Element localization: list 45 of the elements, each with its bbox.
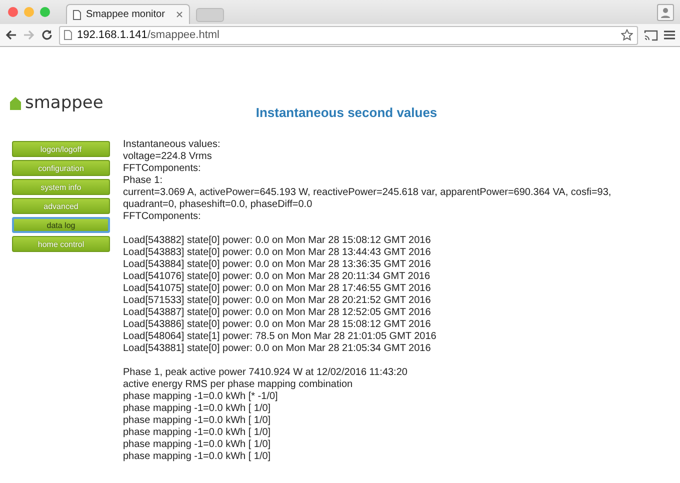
person-icon[interactable] [657,4,674,21]
log-line: voltage=224.8 Vrms [123,151,213,163]
log-line: Load[541075] state[0] power: 0.0 on Mon Mar 28 17:46:55 GMT 2016 [123,283,432,295]
log-line: Load[543883] state[0] power: 0.0 on Mon Mar 28 13:44:43 GMT 2016 [123,247,432,259]
log-line: Load[541076] state[0] power: 0.0 on Mon Mar 28 20:11:34 GMT 2016 [123,271,432,283]
log-line: Load[543886] state[0] power: 0.0 on Mon Mar 28 15:08:12 GMT 2016 [123,319,432,331]
menu-button[interactable]: home control [12,236,110,252]
address-bar[interactable]: 192.168.1.141/smappee.html [59,26,638,44]
log-line: phase mapping -1=0.0 kWh [ 1/0] [123,403,272,415]
back-arrow-icon[interactable] [5,29,17,41]
log-line: Load[543887] state[0] power: 0.0 on Mon Mar 28 12:52:05 GMT 2016 [123,307,432,319]
menu-button[interactable]: data log [12,217,110,233]
log-line: active energy RMS per phase mapping combination [123,379,354,391]
log-line: FFTComponents: [123,163,202,175]
log-line: phase mapping -1=0.0 kWh [* -1/0] [123,391,279,403]
reload-icon[interactable] [41,29,53,41]
menu-button[interactable]: advanced [12,198,110,214]
log-line: phase mapping -1=0.0 kWh [ 1/0] [123,427,272,439]
log-line: current=3.069 A, activePower=645.193 W, reactivePower=245.618 var, apparentPower=690.364 VA, cosfi=93, quadrant=0, phaseshift=0.0, phaseDiff=0.0 [123,187,612,211]
browser-tab[interactable]: Smappee monitor [66,4,190,24]
log-line: phase mapping -1=0.0 kWh [ 1/0] [123,415,272,427]
menu-button[interactable]: system info [12,179,110,195]
page-icon [64,30,72,40]
log-line: Load[548064] state[1] power: 78.5 on Mon Mar 28 21:01:05 GMT 2016 [123,331,438,343]
menu-button[interactable]: configuration [12,160,110,176]
star-icon[interactable] [621,29,633,41]
log-line: Phase 1, peak active power 7410.924 W at 12/02/2016 11:43:20 [123,367,408,379]
log-line: Load[543881] state[0] power: 0.0 on Mon Mar 28 21:05:34 GMT 2016 [123,343,432,355]
log-line: Load[543884] state[0] power: 0.0 on Mon Mar 28 13:36:35 GMT 2016 [123,259,432,271]
house-icon [10,96,21,110]
log-line: Load[571533] state[0] power: 0.0 on Mon Mar 28 20:21:52 GMT 2016 [123,295,432,307]
menu-icon[interactable] [664,30,675,40]
log-line: Phase 1: [123,175,164,187]
log-line: phase mapping -1=0.0 kWh [ 1/0] [123,451,272,463]
page-icon [73,10,81,20]
page-title: Instantaneous second values [254,104,438,120]
close-window-icon[interactable] [8,7,18,17]
close-icon[interactable] [176,11,183,18]
log-line: phase mapping -1=0.0 kWh [ 1/0] [123,439,272,451]
logo: smappee [25,93,104,113]
cast-icon[interactable] [644,30,658,40]
log-line: FFTComponents: [123,211,202,223]
log-line: Instantaneous values: [123,139,222,151]
log-line: Load[543882] state[0] power: 0.0 on Mon Mar 28 15:08:12 GMT 2016 [123,235,432,247]
menu-button[interactable]: logon/logoff [12,141,110,157]
